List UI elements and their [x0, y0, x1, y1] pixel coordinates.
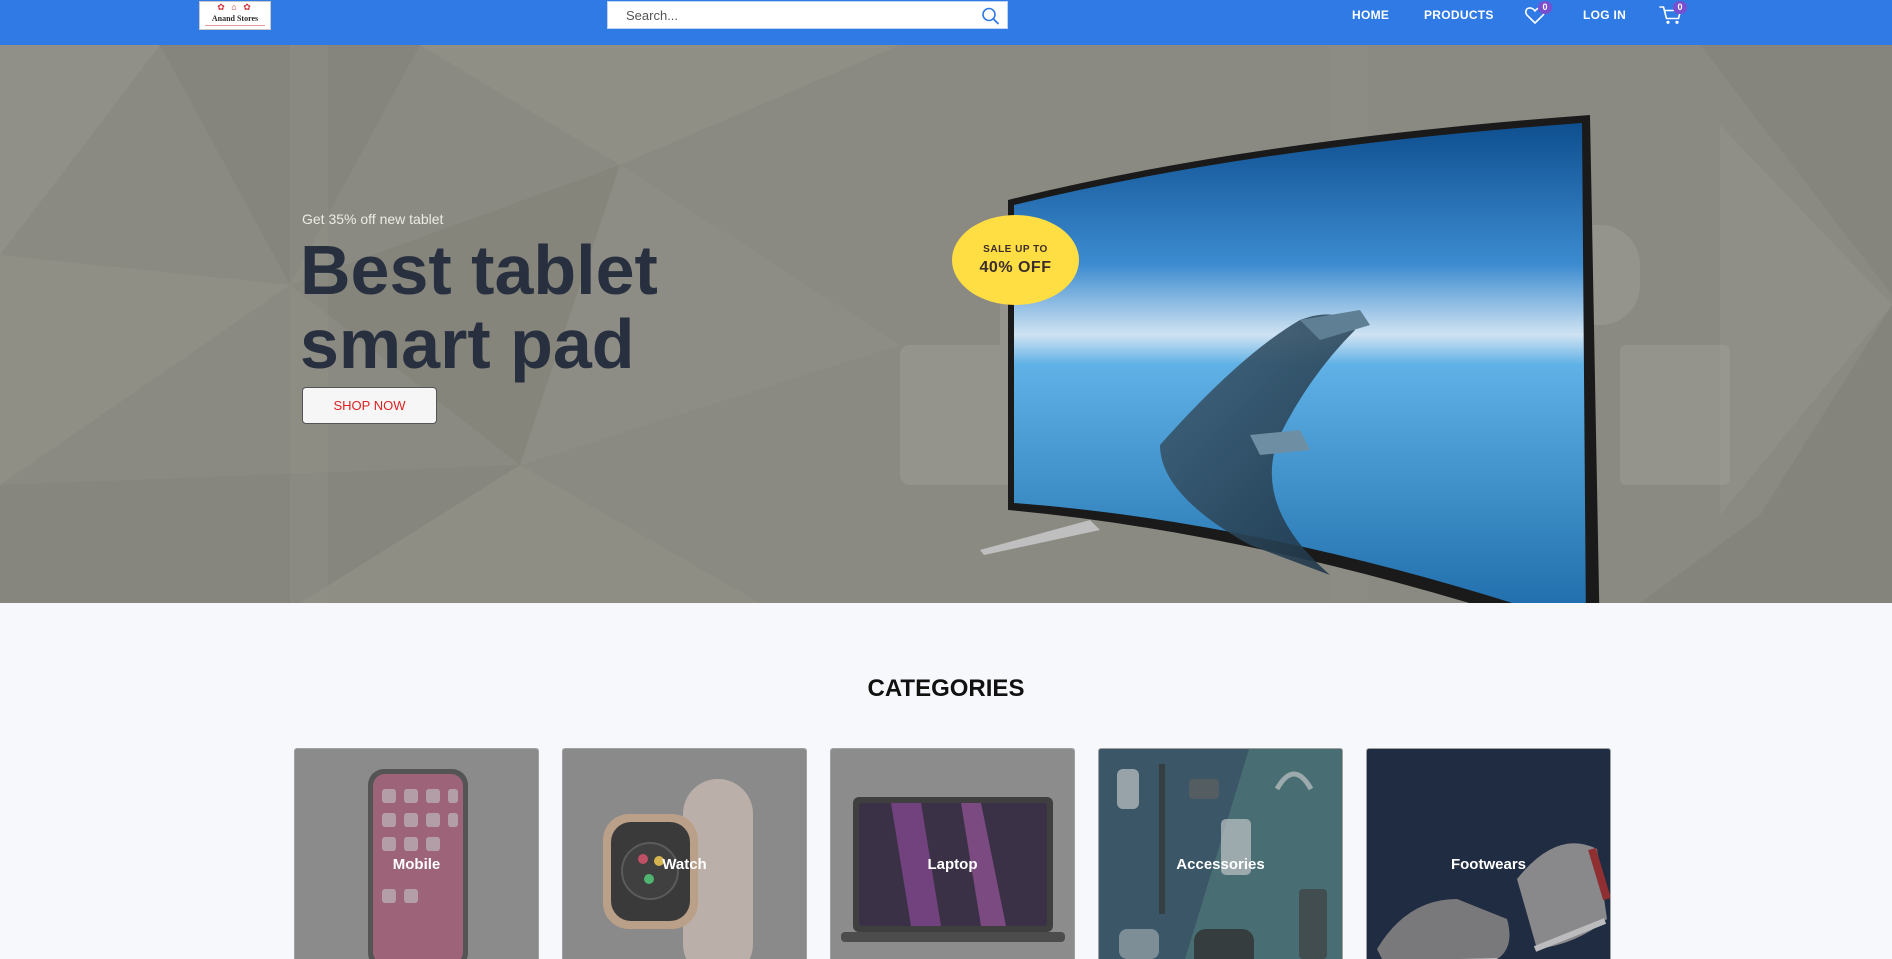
category-card-mobile[interactable]: Mobile	[294, 748, 539, 959]
category-card-footwears[interactable]: Footwears	[1366, 748, 1611, 959]
accessories-image	[1099, 749, 1342, 959]
sale-badge-main-text: 40% OFF	[979, 259, 1052, 276]
logo-underline	[205, 25, 265, 26]
category-label-mobile: Mobile	[392, 856, 441, 873]
category-label-footwears: Footwears	[1450, 856, 1526, 873]
sale-badge-top-text: SALE UP TO	[983, 244, 1048, 255]
logo-emblem: ✿ ⌂ ✿	[217, 2, 253, 12]
category-label-watch: Watch	[662, 856, 707, 873]
watch-image	[563, 749, 806, 959]
shoes-image	[1367, 749, 1610, 959]
nav-login-link[interactable]: LOG IN	[1583, 8, 1626, 22]
nav-home-link[interactable]: HOME	[1352, 8, 1389, 22]
curved-tv-image	[980, 115, 1600, 603]
top-navbar: ✿ ⌂ ✿ Anand Stores HOME PRODUCTS 0 LOG I…	[0, 0, 1892, 45]
hero-banner: Get 35% off new tablet Best tablet smart…	[0, 45, 1892, 603]
wishlist-count-badge: 0	[1538, 1, 1552, 14]
search-icon[interactable]	[980, 6, 1000, 26]
hero-title: Best tablet smart pad	[300, 233, 658, 381]
search-input[interactable]	[626, 2, 966, 28]
category-card-accessories[interactable]: Accessories	[1098, 748, 1343, 959]
hero-subtitle: Get 35% off new tablet	[302, 211, 444, 227]
category-label-accessories: Accessories	[1176, 856, 1265, 873]
search-bar	[607, 1, 1008, 29]
phone-image	[295, 749, 538, 959]
category-card-laptop[interactable]: Laptop	[830, 748, 1075, 959]
cart-count-badge: 0	[1673, 1, 1687, 14]
store-logo[interactable]: ✿ ⌂ ✿ Anand Stores	[199, 1, 271, 30]
logo-text: Anand Stores	[211, 14, 259, 23]
categories-heading: CATEGORIES	[867, 675, 1025, 702]
sale-badge: SALE UP TO 40% OFF	[952, 215, 1079, 305]
hero-title-line-2: smart pad	[300, 305, 635, 383]
hero-title-line-1: Best tablet	[300, 231, 658, 309]
category-card-watch[interactable]: Watch	[562, 748, 807, 959]
shop-now-button[interactable]: SHOP NOW	[302, 387, 437, 424]
laptop-image	[831, 749, 1074, 959]
category-label-laptop: Laptop	[927, 856, 978, 873]
nav-products-link[interactable]: PRODUCTS	[1424, 8, 1494, 22]
